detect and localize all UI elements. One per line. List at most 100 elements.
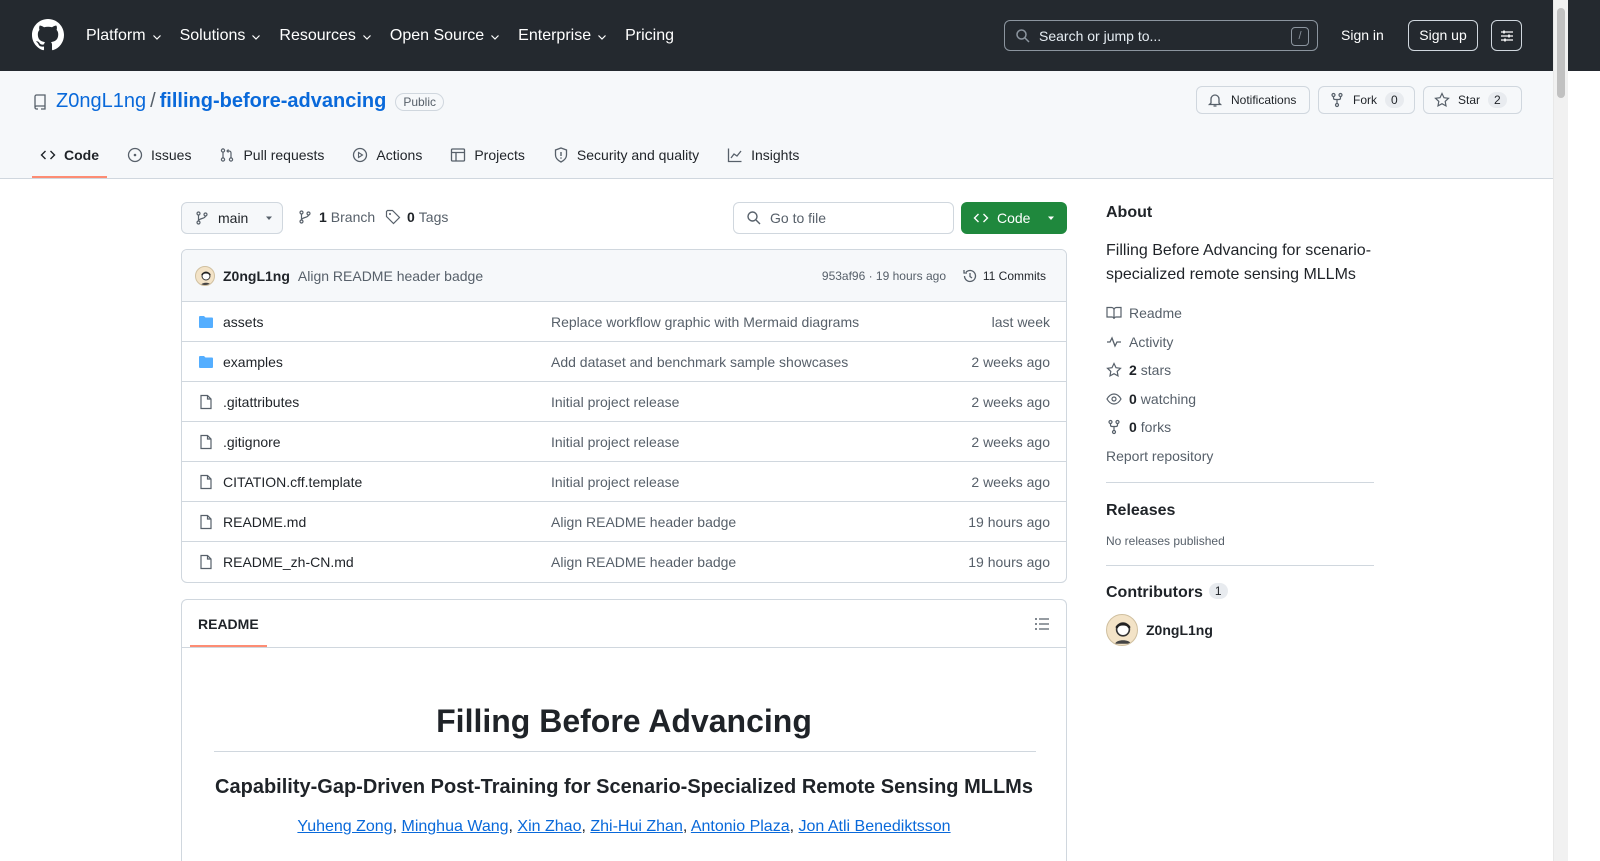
readme-tab[interactable]: README xyxy=(190,616,267,647)
commits-link[interactable]: 11 Commits xyxy=(962,268,1046,284)
file-commit-message[interactable]: Initial project release xyxy=(551,474,679,490)
branches-link[interactable]: 1 Branch xyxy=(297,209,375,225)
divider xyxy=(1106,565,1374,566)
file-name[interactable]: README_zh-CN.md xyxy=(223,554,354,570)
code-button[interactable]: Code xyxy=(961,202,1067,234)
tab-issues[interactable]: Issues xyxy=(119,133,199,177)
avatar[interactable] xyxy=(1106,614,1138,646)
code-button-label: Code xyxy=(997,210,1031,226)
file-name[interactable]: README.md xyxy=(223,514,306,530)
file-name[interactable]: .gitignore xyxy=(223,434,281,450)
issue-icon xyxy=(127,147,143,163)
report-repository-link[interactable]: Report repository xyxy=(1106,442,1374,471)
file-commit-message[interactable]: Replace workflow graphic with Mermaid di… xyxy=(551,314,859,330)
tab-code[interactable]: Code xyxy=(32,133,107,178)
file-name[interactable]: examples xyxy=(223,354,283,370)
fork-button[interactable]: Fork 0 xyxy=(1318,86,1415,114)
file-row[interactable]: README.md Align README header badge 19 h… xyxy=(182,502,1066,542)
file-commit-message[interactable]: Align README header badge xyxy=(551,514,736,530)
tags-link[interactable]: 0 Tags xyxy=(385,209,448,225)
tab-label: Security and quality xyxy=(576,147,700,163)
file-age: 2 weeks ago xyxy=(971,473,1050,490)
star-icon xyxy=(1434,92,1450,108)
author-link[interactable]: Zhi-Hui Zhan xyxy=(590,818,682,835)
about-heading: About xyxy=(1106,204,1153,221)
contributor-name[interactable]: Z0ngL1ng xyxy=(1146,622,1213,638)
book-icon xyxy=(1106,307,1122,320)
tab-projects[interactable]: Projects xyxy=(442,133,533,177)
fork-icon xyxy=(1108,420,1120,435)
star-button[interactable]: Star 2 xyxy=(1423,86,1522,114)
history-icon xyxy=(963,269,977,282)
branch-selector[interactable]: main xyxy=(181,202,283,234)
repo-owner-link[interactable]: Z0ngL1ng xyxy=(56,90,146,113)
search-input[interactable]: Search or jump to... / xyxy=(1004,20,1318,51)
scrollbar-track[interactable] xyxy=(1553,0,1568,861)
search-icon xyxy=(747,211,761,225)
about-description: Filling Before Advancing for scenario-sp… xyxy=(1106,242,1372,283)
file-row[interactable]: assets Replace workflow graphic with Mer… xyxy=(182,302,1066,342)
avatar[interactable] xyxy=(195,265,215,286)
file-row[interactable]: .gitignore Initial project release 2 wee… xyxy=(182,422,1066,462)
file-commit-message[interactable]: Initial project release xyxy=(551,394,679,410)
file-name[interactable]: CITATION.cff.template xyxy=(223,474,362,490)
nav-label: Resources xyxy=(279,26,356,44)
file-row[interactable]: CITATION.cff.template Initial project re… xyxy=(182,462,1066,502)
file-row[interactable]: README_zh-CN.md Align README header badg… xyxy=(182,542,1066,582)
releases-heading[interactable]: Releases xyxy=(1106,502,1374,520)
file-commit-message[interactable]: Initial project release xyxy=(551,434,679,450)
star-count: 2 xyxy=(1488,92,1507,108)
author-link[interactable]: Yuheng Zong xyxy=(297,818,392,835)
file-row[interactable]: .gitattributes Initial project release 2… xyxy=(182,382,1066,422)
tab-insights[interactable]: Insights xyxy=(719,133,807,177)
nav-enterprise[interactable]: Enterprise xyxy=(518,27,608,45)
list-icon[interactable] xyxy=(1034,616,1050,632)
bell-icon xyxy=(1207,94,1223,107)
sign-up-button[interactable]: Sign up xyxy=(1408,20,1478,51)
menu-button[interactable] xyxy=(1491,20,1522,51)
notifications-button[interactable]: Notifications xyxy=(1196,86,1310,114)
file-icon xyxy=(200,394,212,410)
author-link[interactable]: Jon Atli Benediktsson xyxy=(798,818,950,835)
tab-label: Pull requests xyxy=(243,147,325,163)
forks-label: forks xyxy=(1140,419,1172,436)
author-link[interactable]: Minghua Wang xyxy=(402,818,509,835)
branch-label: Branch xyxy=(330,209,376,225)
file-row[interactable]: examples Add dataset and benchmark sampl… xyxy=(182,342,1066,382)
watching-link[interactable]: 0 watching xyxy=(1106,385,1374,414)
nav-resources[interactable]: Resources xyxy=(279,27,372,45)
readme-link-label: Readme xyxy=(1129,305,1182,322)
commit-author[interactable]: Z0ngL1ng xyxy=(223,268,290,284)
file-name[interactable]: .gitattributes xyxy=(223,394,299,410)
tab-actions[interactable]: Actions xyxy=(344,133,430,177)
author-link[interactable]: Antonio Plaza xyxy=(691,818,790,835)
tab-security[interactable]: Security and quality xyxy=(545,133,707,177)
readme-link[interactable]: Readme xyxy=(1106,299,1374,328)
search-icon xyxy=(1016,28,1030,43)
author-link[interactable]: Xin Zhao xyxy=(517,818,581,835)
forks-link[interactable]: 0 forks xyxy=(1106,413,1374,442)
tab-pull-requests[interactable]: Pull requests xyxy=(211,133,332,177)
commit-message[interactable]: Align README header badge xyxy=(298,268,483,284)
repo-name-link[interactable]: filling-before-advancing xyxy=(160,90,387,113)
nav-solutions[interactable]: Solutions xyxy=(180,27,263,45)
repo-icon xyxy=(34,93,46,110)
file-icon xyxy=(200,554,212,570)
sign-in-link[interactable]: Sign in xyxy=(1341,27,1384,43)
stars-link[interactable]: 2 stars xyxy=(1106,356,1374,385)
nav-pricing[interactable]: Pricing xyxy=(625,27,674,45)
contributors-heading[interactable]: Contributors 1 xyxy=(1106,583,1374,602)
contributor-item[interactable]: Z0ngL1ng xyxy=(1106,614,1374,646)
commit-hash-age[interactable]: 953af96 · 19 hours ago xyxy=(822,269,946,283)
scrollbar-thumb[interactable] xyxy=(1557,8,1565,98)
graph-icon xyxy=(727,148,742,163)
go-to-file-placeholder: Go to file xyxy=(770,210,827,226)
file-commit-message[interactable]: Add dataset and benchmark sample showcas… xyxy=(551,354,848,370)
github-logo-icon[interactable] xyxy=(32,19,64,51)
file-name[interactable]: assets xyxy=(223,314,263,330)
nav-platform[interactable]: Platform xyxy=(86,27,163,45)
go-to-file-input[interactable]: Go to file xyxy=(733,202,954,234)
file-commit-message[interactable]: Align README header badge xyxy=(551,554,736,570)
nav-open-source[interactable]: Open Source xyxy=(390,27,501,45)
activity-link[interactable]: Activity xyxy=(1106,328,1374,357)
